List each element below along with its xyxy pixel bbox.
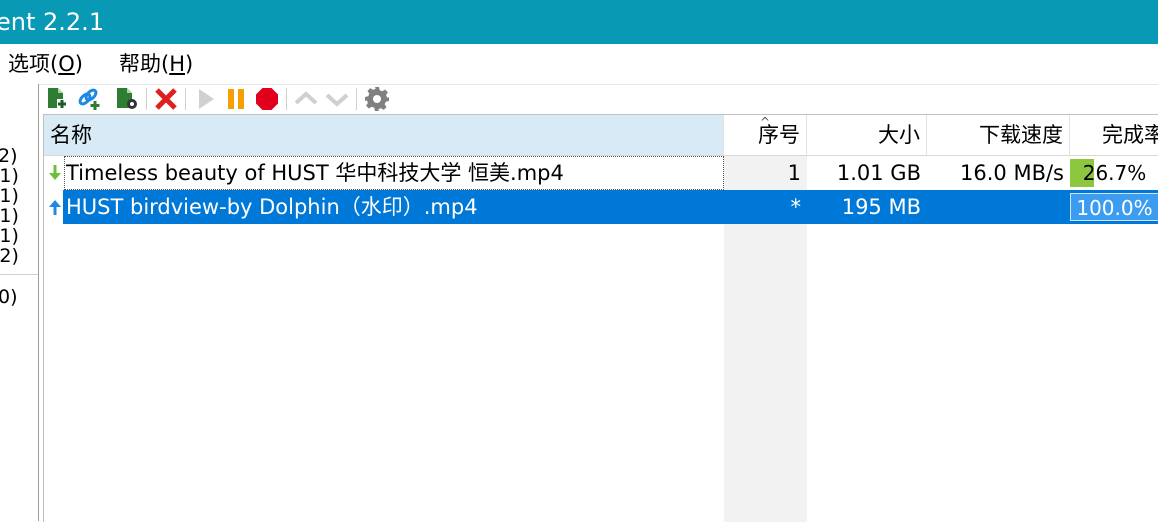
- torrent-progress-bar: 26.7%: [1070, 159, 1158, 187]
- create-torrent-icon[interactable]: [114, 86, 140, 112]
- move-down-icon[interactable]: [324, 86, 350, 112]
- menu-options-mnemonic: O: [58, 52, 75, 76]
- filter-count[interactable]: 2): [0, 146, 18, 166]
- filter-pane: 2) (1) (1) (1) (1) (2) 0): [0, 84, 39, 521]
- start-icon[interactable]: [193, 86, 219, 112]
- progress-text: 26.7%: [1082, 161, 1147, 185]
- add-torrent-icon[interactable]: [44, 86, 70, 112]
- toolbar-separator: [185, 88, 186, 110]
- menu-help-mnemonic: H: [169, 52, 185, 76]
- toolbar-separator: [286, 88, 287, 110]
- table-header: 名称 ^ 序号 大小 下载速度 完成率: [44, 115, 1158, 156]
- toolbar-separator: [356, 88, 357, 110]
- column-header-size-label: 大小: [878, 123, 920, 147]
- filter-count[interactable]: (1): [0, 226, 19, 246]
- filter-count[interactable]: (1): [0, 186, 19, 206]
- torrent-progress-bar: 100.0%: [1070, 193, 1158, 221]
- column-header-name[interactable]: 名称: [44, 115, 724, 155]
- column-header-download-speed[interactable]: 下载速度: [927, 115, 1070, 155]
- torrent-name: HUST birdview-by Dolphin（水印）.mp4: [66, 195, 478, 219]
- filter-count[interactable]: (1): [0, 166, 19, 186]
- torrent-index: *: [790, 195, 802, 219]
- column-header-size[interactable]: 大小: [807, 115, 927, 155]
- settings-icon[interactable]: [364, 86, 390, 112]
- menu-help[interactable]: 帮助(H): [119, 44, 193, 84]
- torrent-size: 1.01 GB: [836, 161, 921, 185]
- torrent-index: 1: [787, 161, 801, 185]
- table-row[interactable]: HUST birdview-by Dolphin（水印）.mp4 * 195 M…: [44, 190, 1158, 224]
- filter-count[interactable]: (2): [0, 246, 19, 266]
- title-bar: ent 2.2.1: [0, 0, 1158, 44]
- downloading-arrow-icon: [46, 156, 64, 190]
- column-header-progress-label: 完成率: [1102, 123, 1158, 147]
- table-row[interactable]: Timeless beauty of HUST 华中科技大学 恒美.mp4 1 …: [44, 156, 1158, 190]
- menu-bar: 选项(O) 帮助(H): [0, 44, 1158, 85]
- column-header-index[interactable]: ^ 序号: [724, 115, 807, 155]
- torrent-download-speed: [927, 190, 1064, 224]
- delete-icon[interactable]: [153, 86, 179, 112]
- filter-divider: [0, 274, 38, 275]
- filter-count[interactable]: (1): [0, 206, 19, 226]
- column-header-progress[interactable]: 完成率: [1070, 115, 1158, 155]
- progress-text: 100.0%: [1076, 196, 1153, 220]
- filter-count[interactable]: 0): [0, 287, 18, 307]
- menu-options-label: 选项(: [8, 52, 59, 76]
- add-link-icon[interactable]: [76, 86, 102, 112]
- column-header-name-label: 名称: [50, 123, 92, 147]
- menu-options[interactable]: 选项(O): [8, 44, 83, 84]
- torrent-download-speed: 16.0 MB/s: [960, 161, 1064, 185]
- stop-icon[interactable]: [254, 86, 280, 112]
- move-up-icon[interactable]: [293, 86, 319, 112]
- pause-icon[interactable]: [223, 86, 249, 112]
- seeding-arrow-icon: [46, 190, 64, 224]
- toolbar: [42, 84, 1158, 114]
- menu-help-label: 帮助(: [119, 52, 170, 76]
- window-title: ent 2.2.1: [0, 8, 105, 36]
- torrent-size: 195 MB: [841, 195, 921, 219]
- menu-options-label-end: ): [74, 52, 83, 76]
- transfer-list: 名称 ^ 序号 大小 下载速度 完成率 Timeless beauty of H…: [43, 114, 1158, 522]
- toolbar-separator: [146, 88, 147, 110]
- torrent-name: Timeless beauty of HUST 华中科技大学 恒美.mp4: [64, 156, 724, 190]
- column-header-download-speed-label: 下载速度: [979, 123, 1063, 147]
- sort-ascending-icon: ^: [760, 115, 771, 129]
- menu-help-label-end: ): [185, 52, 194, 76]
